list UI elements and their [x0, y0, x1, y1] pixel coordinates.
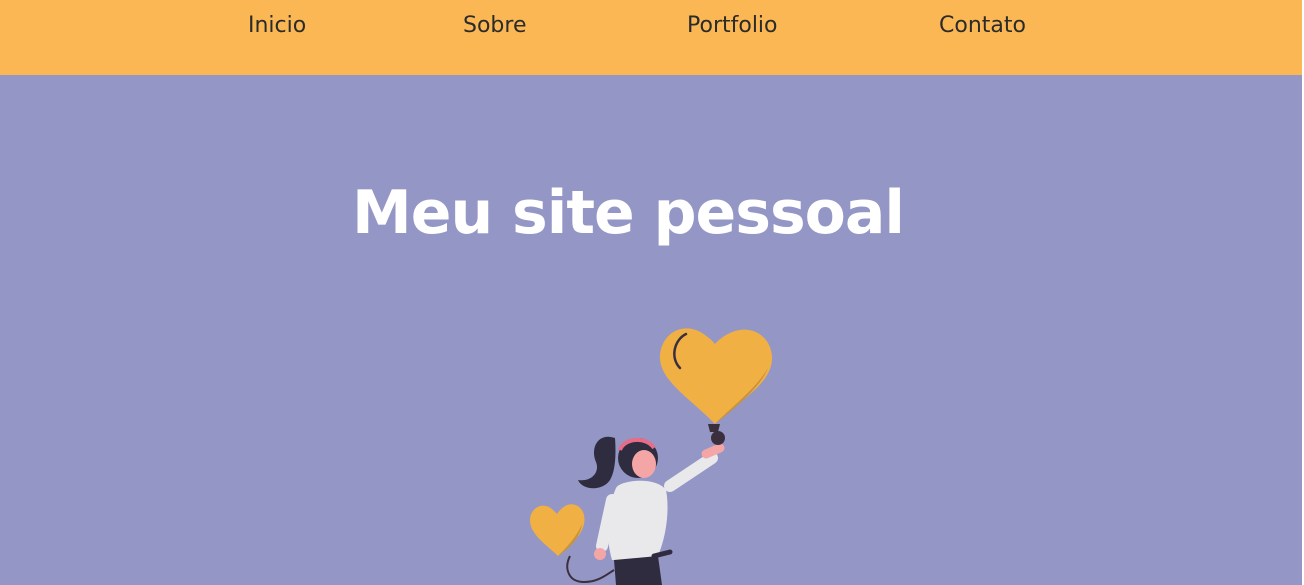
top-navigation-bar: Inicio Sobre Portfolio Contato: [0, 0, 1302, 75]
nav-link-portfolio[interactable]: Portfolio: [687, 13, 778, 38]
hero-illustration: [529, 328, 773, 585]
nav-link-contato[interactable]: Contato: [939, 13, 1026, 38]
nav-link-inicio[interactable]: Inicio: [248, 13, 306, 38]
page: Inicio Sobre Portfolio Contato Meu site …: [0, 0, 1302, 585]
woman-figure: [578, 431, 725, 585]
big-heart-balloon: [659, 328, 773, 432]
page-title: Meu site pessoal: [352, 178, 905, 248]
nav-link-sobre[interactable]: Sobre: [463, 13, 527, 38]
